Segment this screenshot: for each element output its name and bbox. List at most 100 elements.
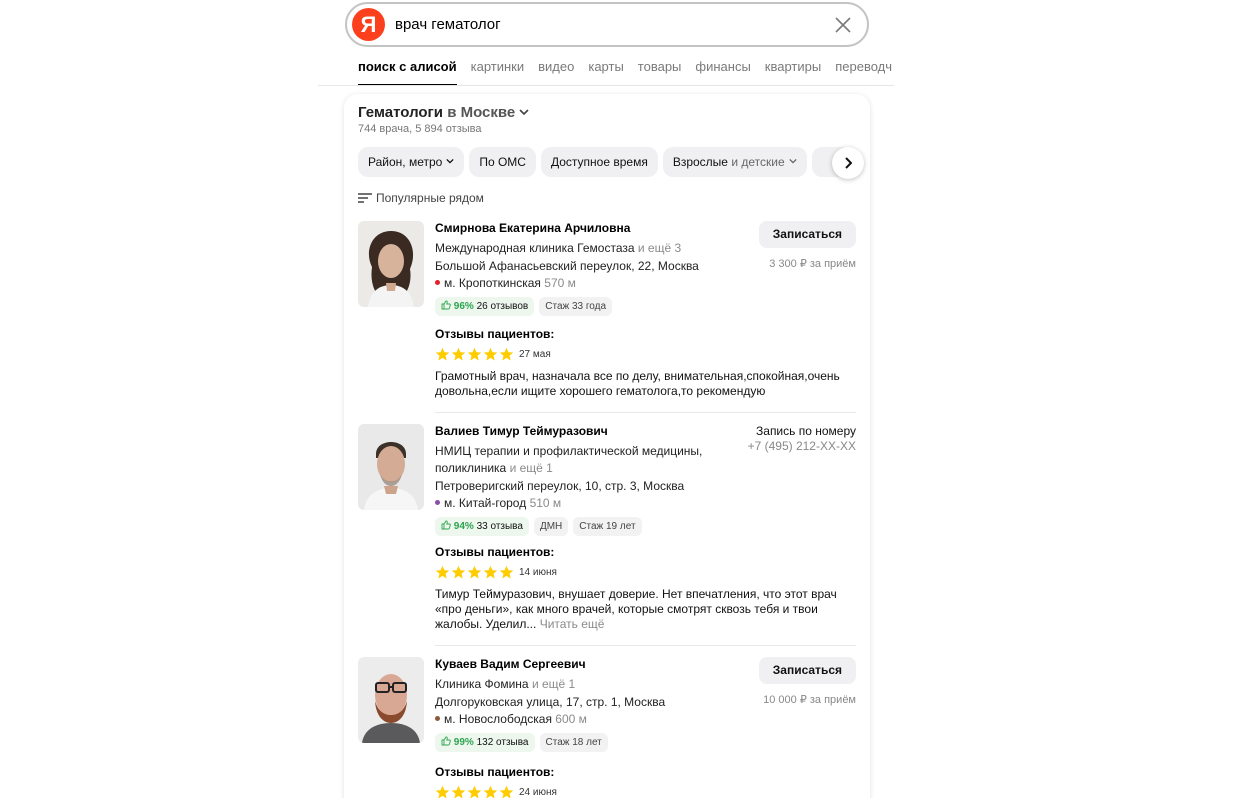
reviews-heading: Отзывы пациентов: xyxy=(435,765,555,779)
book-button[interactable]: Записаться xyxy=(758,221,856,248)
filter-oms[interactable]: По ОМС xyxy=(469,147,536,177)
review-text: Тимур Теймуразович, внушает доверие. Нет… xyxy=(435,587,856,632)
visit-price: 10 000 ₽ за приём xyxy=(763,694,856,706)
filter-district[interactable]: Район, метро xyxy=(358,147,465,177)
filter-age[interactable]: Взрослые и детские xyxy=(662,147,807,177)
star-icon xyxy=(435,785,450,798)
filter-available-time[interactable]: Доступное время xyxy=(540,147,658,177)
yandex-logo[interactable]: Я xyxy=(352,8,385,41)
chevron-right-icon xyxy=(845,157,853,169)
read-more-link[interactable]: Читать ещё xyxy=(540,617,605,631)
card-title[interactable]: Гематологи в Москве xyxy=(358,104,530,121)
tab-alice-search[interactable]: поиск с алисой xyxy=(358,58,457,85)
star-icon xyxy=(467,785,482,798)
tab-maps[interactable]: карты xyxy=(588,58,623,85)
review-date: 24 июня xyxy=(519,787,557,798)
phone-number[interactable]: +7 (495) 212-ХХ-ХХ xyxy=(748,439,856,453)
thumb-up-icon xyxy=(441,520,451,530)
tab-goods[interactable]: товары xyxy=(638,58,682,85)
metro-station: м. Новослободская xyxy=(444,712,552,726)
star-icon xyxy=(499,565,514,579)
filter-chips: Район, метро По ОМС Доступное время Взрослы… xyxy=(358,147,857,177)
reviews-count: 26 отзывов xyxy=(476,301,529,312)
star-icon xyxy=(467,347,482,361)
review-rating: 27 мая xyxy=(435,347,856,363)
star-icon xyxy=(499,347,514,361)
city-selector[interactable]: в Москве xyxy=(447,104,515,121)
doctor-clinic[interactable]: Международная клиника Гемостаза и ещё 3 xyxy=(435,240,745,257)
rating-percent: 96% xyxy=(453,301,474,312)
phone-booking-label: Запись по номеру xyxy=(756,424,856,438)
search-tabs: поиск с алисой картинки видео карты товары фи… xyxy=(358,58,894,86)
book-button[interactable]: Записаться xyxy=(758,657,856,684)
thumb-up-icon xyxy=(441,300,451,310)
rating-percent: 99% xyxy=(453,737,474,748)
tab-translator[interactable]: переводч xyxy=(835,58,892,85)
thumb-up-icon xyxy=(441,736,451,746)
clinic-name-line1: НМИЦ терапии и профилактической медицины… xyxy=(435,444,703,458)
metro-line-icon xyxy=(435,500,440,505)
experience-badge: Стаж 33 года xyxy=(539,297,613,316)
star-icon xyxy=(499,785,514,798)
experience-badge: Стаж 19 лет xyxy=(573,517,642,536)
star-icon xyxy=(435,347,450,361)
filters-next-button[interactable] xyxy=(832,147,864,179)
clinic-more[interactable]: и ещё 1 xyxy=(532,677,575,691)
star-icon xyxy=(435,565,450,579)
metro-station: м. Кропоткинская xyxy=(444,276,541,290)
divider xyxy=(435,645,856,646)
doctor-clinic[interactable]: Клиника Фомина и ещё 1 xyxy=(435,676,745,693)
card-subtitle: 744 врача, 5 894 отзыва xyxy=(358,123,482,135)
doctor-photo[interactable] xyxy=(358,221,424,307)
doctor-badges: 96% 26 отзывов Стаж 33 года xyxy=(435,297,745,316)
tab-video[interactable]: видео xyxy=(538,58,574,85)
rating-badge[interactable]: 99% 132 отзыва xyxy=(435,733,535,752)
review-body: Тимур Теймуразович, внушает доверие. Нет… xyxy=(435,587,837,631)
doctor-address: Большой Афанасьевский переулок, 22, Моск… xyxy=(435,259,699,273)
doctor-name[interactable]: Смирнова Екатерина Арчиловна xyxy=(435,221,745,236)
tab-apartments[interactable]: квартиры xyxy=(765,58,821,85)
sort-selector[interactable]: Популярные рядом xyxy=(358,191,484,205)
doctor-photo[interactable] xyxy=(358,657,424,743)
doctor-address: Петроверигский переулок, 10, стр. 3, Мос… xyxy=(435,479,685,493)
star-icon xyxy=(451,785,466,798)
rating-percent: 94% xyxy=(453,521,474,532)
close-icon[interactable] xyxy=(834,16,852,34)
star-icon xyxy=(483,785,498,798)
metro-line-icon xyxy=(435,280,440,285)
rating-badge[interactable]: 94% 33 отзыва xyxy=(435,517,529,536)
doctor-actions: Записаться 10 000 ₽ за приём xyxy=(758,657,856,706)
degree-badge: ДМН xyxy=(533,517,569,536)
metro-station: м. Китай-город xyxy=(444,496,527,510)
review-date: 27 мая xyxy=(519,349,551,360)
doctor-badges: 99% 132 отзыва Стаж 18 лет xyxy=(435,733,745,752)
doctor-actions: Записаться 3 300 ₽ за приём xyxy=(758,221,856,270)
doctor-actions: Запись по номеру +7 (495) 212-ХХ-ХХ xyxy=(748,424,856,453)
reviews-heading: Отзывы пациентов: xyxy=(435,327,555,341)
metro-distance: 570 м xyxy=(544,276,576,290)
clinic-more[interactable]: и ещё 3 xyxy=(638,241,681,255)
doctors-card: Гематологи в Москве 744 врача, 5 894 отз… xyxy=(344,94,870,798)
doctor-name[interactable]: Валиев Тимур Теймуразович xyxy=(435,424,745,439)
search-bar[interactable]: Я врач гематолог xyxy=(345,2,869,47)
clinic-more[interactable]: и ещё 1 xyxy=(510,461,553,475)
tab-finance[interactable]: финансы xyxy=(695,58,750,85)
search-input[interactable]: врач гематолог xyxy=(395,16,501,33)
chevron-down-icon xyxy=(788,158,797,164)
clinic-name: Международная клиника Гемостаза xyxy=(435,241,635,255)
doctor-info: Валиев Тимур Теймуразович НМИЦ терапии и… xyxy=(435,424,745,536)
doctor-clinic[interactable]: НМИЦ терапии и профилактической медицины… xyxy=(435,443,745,477)
doctor-photo[interactable] xyxy=(358,424,424,510)
card-title-main: Гематологи xyxy=(358,104,444,121)
review-date: 14 июня xyxy=(519,567,557,578)
patient-reviews: Отзывы пациентов: 24 июня xyxy=(435,765,856,798)
filter-age-main: Взрослые xyxy=(672,155,728,169)
doctor-metro: м. Кропоткинская 570 м xyxy=(435,275,745,292)
tab-images[interactable]: картинки xyxy=(471,58,525,85)
doctor-name[interactable]: Куваев Вадим Сергеевич xyxy=(435,657,745,672)
experience-badge: Стаж 18 лет xyxy=(539,733,608,752)
star-icon xyxy=(483,347,498,361)
star-icon xyxy=(483,565,498,579)
rating-badge[interactable]: 96% 26 отзывов xyxy=(435,297,535,316)
review-rating: 14 июня xyxy=(435,565,856,581)
